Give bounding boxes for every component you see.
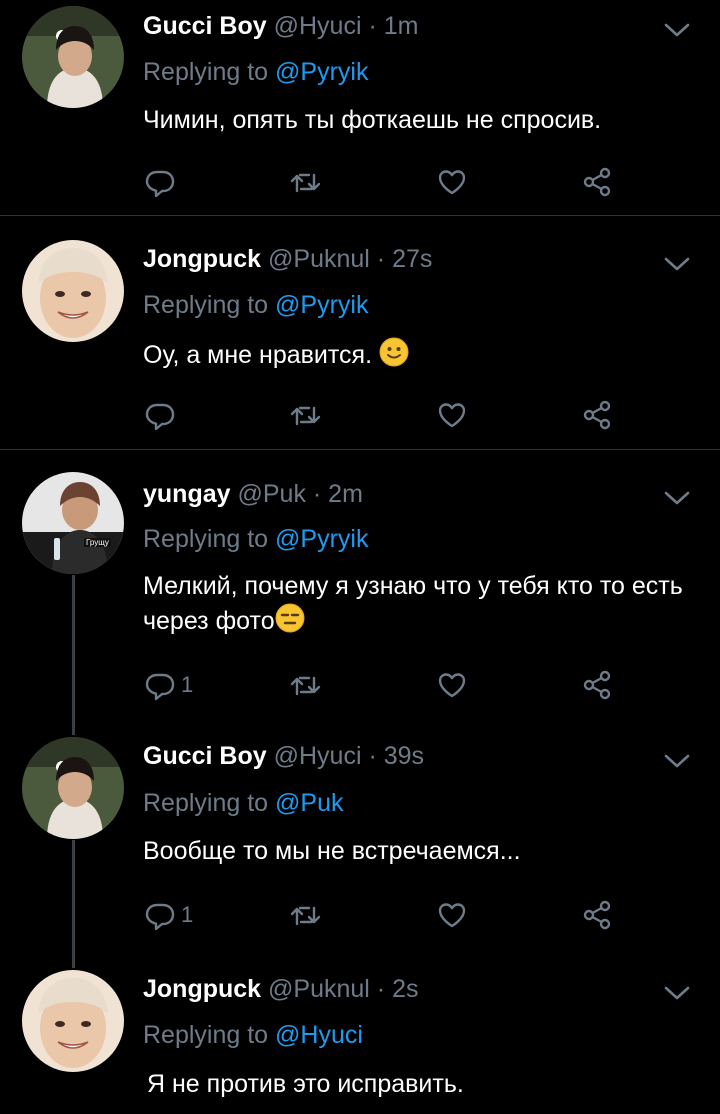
reply-count: 1 <box>181 902 194 927</box>
timestamp[interactable]: 27s <box>392 245 432 273</box>
action-bar: 1 <box>143 667 623 703</box>
retweet-icon <box>288 668 322 702</box>
display-name[interactable]: Gucci Boy <box>143 742 267 770</box>
like-button[interactable] <box>435 397 469 433</box>
display-name[interactable]: Jongpuck <box>143 245 261 273</box>
handle[interactable]: @Hyuci <box>274 12 362 40</box>
timestamp[interactable]: 39s <box>384 742 424 770</box>
share-button[interactable] <box>580 164 614 200</box>
replying-to: Replying to @Hyuci <box>143 1021 363 1049</box>
chevron-down-icon[interactable] <box>664 490 690 506</box>
expressionless-face-emoji-icon <box>275 603 305 633</box>
avatar[interactable] <box>22 737 124 839</box>
replying-to: Replying to @Pyryik <box>143 291 369 319</box>
handle[interactable]: @Puknul <box>268 245 370 273</box>
dot-separator: · <box>369 975 393 1003</box>
tweet-text: Я не против это исправить. <box>147 1070 464 1098</box>
chevron-down-icon[interactable] <box>664 22 690 38</box>
reply-button[interactable]: 1 <box>143 897 193 933</box>
tweet-text: Оу, а мне нравится. <box>143 337 703 372</box>
retweet-icon <box>288 898 322 932</box>
dot-separator: · <box>361 12 384 40</box>
reply-button[interactable] <box>143 397 177 433</box>
share-button[interactable] <box>580 897 614 933</box>
tweet[interactable]: Jongpuck @Puknul · 27s Replying to @Pyry… <box>0 216 720 448</box>
share-button[interactable] <box>580 667 614 703</box>
tweet-text: Чимин, опять ты фоткаешь не спросив. <box>143 106 602 134</box>
share-icon <box>580 398 614 432</box>
share-icon <box>580 165 614 199</box>
avatar[interactable] <box>22 240 124 342</box>
retweet-button[interactable] <box>288 667 322 703</box>
reply-count: 1 <box>181 672 194 697</box>
retweet-icon <box>288 398 322 432</box>
dot-separator: · <box>361 742 384 770</box>
action-bar <box>143 397 623 433</box>
chevron-down-icon[interactable] <box>664 753 690 769</box>
like-button[interactable] <box>435 667 469 703</box>
mention-link[interactable]: @Hyuci <box>275 1021 363 1049</box>
retweet-icon <box>288 165 322 199</box>
dot-separator: · <box>369 245 393 273</box>
reply-icon <box>143 165 177 199</box>
tweet[interactable]: Jongpuck @Puknul · 2s Replying to @Hyuci… <box>0 955 720 1114</box>
avatar-caption: Грущу <box>84 538 111 547</box>
mention-link[interactable]: @Pyryik <box>275 58 368 86</box>
chevron-down-icon[interactable] <box>664 256 690 272</box>
slightly-smiling-face-emoji-icon <box>379 337 409 367</box>
like-icon <box>435 398 469 432</box>
avatar[interactable]: Грущу <box>22 472 124 574</box>
action-bar <box>143 164 623 200</box>
replying-to: Replying to @Pyryik <box>143 525 369 553</box>
reply-button[interactable] <box>143 164 177 200</box>
chevron-down-icon[interactable] <box>664 985 690 1001</box>
replying-to: Replying to @Pyryik <box>143 58 369 86</box>
tweet[interactable]: Gucci Boy @Hyuci · 39s Replying to @Puk … <box>0 725 720 955</box>
like-icon <box>435 668 469 702</box>
display-name[interactable]: yungay <box>143 480 231 508</box>
tweet-text: Вообще то мы не встречаемся... <box>143 837 521 865</box>
reply-icon <box>143 668 177 702</box>
share-icon <box>580 668 614 702</box>
mention-link[interactable]: @Pyryik <box>275 291 368 319</box>
reply-button[interactable]: 1 <box>143 667 193 703</box>
display-name[interactable]: Gucci Boy <box>143 12 267 40</box>
mention-link[interactable]: @Puk <box>275 789 343 817</box>
like-icon <box>435 165 469 199</box>
avatar[interactable] <box>22 6 124 108</box>
retweet-button[interactable] <box>288 397 322 433</box>
replying-to: Replying to @Puk <box>143 789 344 817</box>
reply-icon <box>143 898 177 932</box>
retweet-button[interactable] <box>288 897 322 933</box>
handle[interactable]: @Puknul <box>268 975 370 1003</box>
display-name[interactable]: Jongpuck <box>143 975 261 1003</box>
share-icon <box>580 898 614 932</box>
like-icon <box>435 898 469 932</box>
tweet[interactable]: Gucci Boy @Hyuci · 1m Replying to @Pyryi… <box>0 0 720 215</box>
timestamp[interactable]: 2m <box>328 480 363 508</box>
like-button[interactable] <box>435 164 469 200</box>
dot-separator: · <box>305 480 329 508</box>
retweet-button[interactable] <box>288 164 322 200</box>
timestamp[interactable]: 1m <box>384 12 419 40</box>
avatar[interactable] <box>22 970 124 1072</box>
handle[interactable]: @Puk <box>237 480 305 508</box>
tweet-text: Мелкий, почему я узнаю что у тебя кто то… <box>143 572 683 635</box>
tweet[interactable]: Грущу yungay @Puk · 2m Replying to @Pyry… <box>0 450 720 725</box>
timestamp[interactable]: 2s <box>392 975 418 1003</box>
like-button[interactable] <box>435 897 469 933</box>
mention-link[interactable]: @Pyryik <box>275 525 368 553</box>
handle[interactable]: @Hyuci <box>274 742 362 770</box>
share-button[interactable] <box>580 397 614 433</box>
reply-icon <box>143 398 177 432</box>
action-bar: 1 <box>143 897 623 933</box>
